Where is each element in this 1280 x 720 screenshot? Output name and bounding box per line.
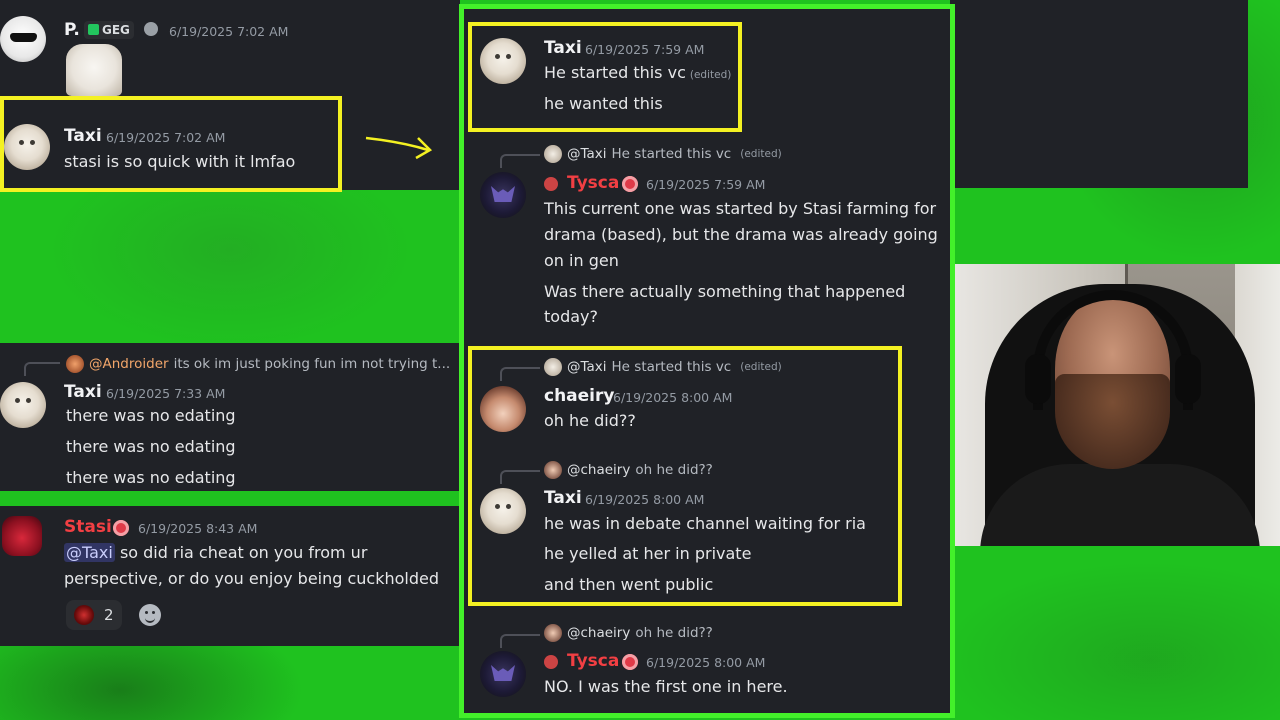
author-name[interactable]: Tysca [567,651,619,671]
reply-preview[interactable]: @Taxi He started this vc (edited) [544,358,782,376]
message-line: perspective, or do you enjoy being cuckh… [64,569,440,588]
message-timestamp: 6/19/2025 8:00 AM [613,390,733,405]
message-line: he wanted this [544,94,663,113]
add-reaction-icon[interactable] [139,604,161,626]
bat-avatar[interactable] [480,172,526,218]
girl-avatar[interactable] [480,386,526,432]
message-line: there was no edating [66,406,236,425]
sunglasses-avatar[interactable] [0,16,46,62]
reply-spine [500,634,540,648]
message-timestamp: 6/19/2025 7:02 AM [169,24,289,39]
reply-avatar-icon [544,624,562,642]
reply-preview[interactable]: @Androider its ok im just poking fun im … [66,355,450,373]
author-name[interactable]: chaeiry [544,386,614,406]
cat-avatar[interactable] [480,488,526,534]
user-mention[interactable]: @Taxi [64,543,115,562]
role-icon [113,520,129,536]
message-text-part: so did ria cheat on you from ur [119,543,368,562]
author-name[interactable]: Taxi [544,488,582,508]
reply-avatar-icon [544,145,562,163]
reply-preview[interactable]: @chaeiry oh he did?? [544,461,713,479]
message-line: on in gen [544,251,619,270]
cat-image-attachment[interactable] [66,44,122,96]
message-timestamp: 6/19/2025 7:33 AM [106,386,226,401]
message-text: NO. I was the first one in here. [544,677,788,696]
reply-spine [500,367,540,381]
reply-handle[interactable]: @chaeiry [567,462,630,478]
message-timestamp: 6/19/2025 8:00 AM [585,492,705,507]
reply-spine [24,362,60,376]
message-line: today? [544,307,598,326]
author-name[interactable]: Taxi [64,126,102,146]
reaction-pill[interactable]: 2 [66,600,122,630]
author-name[interactable]: Taxi [544,38,582,58]
message-line: there was no edating [66,437,236,456]
message-line: and then went public [544,575,714,594]
message-text: @Taxi so did ria cheat on you from ur [64,543,367,562]
message-text-part: He started this vc [544,63,686,82]
reply-handle[interactable]: @chaeiry [567,625,630,641]
message-line: he yelled at her in private [544,544,752,563]
cat-avatar[interactable] [0,382,46,428]
reply-avatar-icon [544,461,562,479]
message-text: stasi is so quick with it lmfao [64,152,296,171]
message-timestamp: 6/19/2025 7:02 AM [106,130,226,145]
message-timestamp: 6/19/2025 7:59 AM [646,177,766,192]
message-line: there was no edating [66,468,236,487]
cat-avatar[interactable] [4,124,50,170]
reply-avatar-icon [66,355,84,373]
message-line: Was there actually something that happen… [544,282,906,301]
edited-marker: (edited) [740,361,782,373]
arrow-icon [365,136,433,160]
headset-cup-left [1025,354,1051,404]
reply-avatar-icon [544,358,562,376]
message-timestamp: 6/19/2025 8:00 AM [646,655,766,670]
reply-text: He started this vc [611,146,732,162]
cat-avatar[interactable] [480,38,526,84]
right-top-panel [950,0,1248,188]
message-text: oh he did?? [544,411,636,430]
server-tag-icon [544,655,558,669]
reply-preview[interactable]: @Taxi He started this vc (edited) [544,145,782,163]
message-text: He started this vc (edited) [544,63,731,82]
role-icon [622,176,638,192]
server-tag-icon [144,22,158,36]
role-icon [622,654,638,670]
message-line: he was in debate channel waiting for ria [544,514,866,533]
reply-text: its ok im just poking fun im not trying … [173,356,451,372]
devil-avatar[interactable] [2,516,42,556]
reaction-emoji-icon [74,605,94,625]
reply-handle[interactable]: @Androider [89,356,169,372]
edited-marker: (edited) [740,148,782,160]
reply-spine [500,154,540,168]
edited-marker: (edited) [689,69,732,81]
reply-text: oh he did?? [635,462,713,478]
webcam-feed [955,264,1280,546]
message-timestamp: 6/19/2025 8:43 AM [138,521,258,536]
reply-handle[interactable]: @Taxi [567,146,607,162]
reply-handle[interactable]: @Taxi [567,359,607,375]
reply-text: oh he did?? [635,625,713,641]
author-name[interactable]: Taxi [64,382,102,402]
headset-cup-right [1175,354,1201,404]
reply-preview[interactable]: @chaeiry oh he did?? [544,624,713,642]
reply-text: He started this vc [611,359,732,375]
reaction-count: 2 [104,606,114,624]
reply-spine [500,470,540,484]
bat-avatar[interactable] [480,651,526,697]
message-line: This current one was started by Stasi fa… [544,199,937,218]
message-timestamp: 6/19/2025 7:59 AM [585,42,705,57]
author-name[interactable]: Stasi [64,517,112,537]
server-tag-icon [544,177,558,191]
author-name[interactable]: Tysca [567,173,619,193]
message-line: drama (based), but the drama was already… [544,225,938,244]
guild-tag-badge: GEG [84,21,134,39]
author-name[interactable]: P. [64,20,80,40]
